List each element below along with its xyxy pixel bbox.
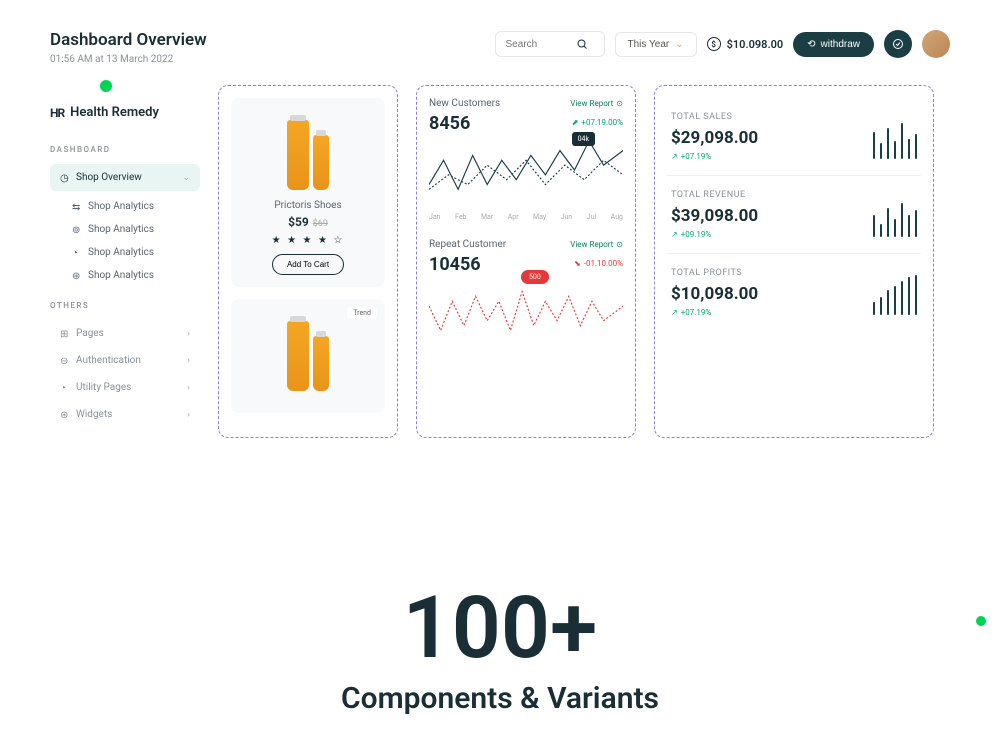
product-card-2[interactable]: Trend [231, 299, 385, 413]
withdraw-icon: ⟲ [807, 39, 815, 50]
view-report-link[interactable]: View Report ⊙ [570, 99, 623, 108]
section-others-label: OTHERS [50, 301, 200, 310]
withdraw-label: withdraw [821, 39, 860, 50]
stat-revenue: TOTAL REVENUE $39,098.00 ↗+09.19% [667, 176, 921, 254]
marketing-overlay: 100+ Components & Variants [0, 436, 1000, 756]
arrow-up-icon: ⬈ [572, 118, 579, 127]
brand-logo: HR [50, 106, 64, 120]
stat-label: TOTAL REVENUE [671, 190, 758, 200]
sidebar-item-pages[interactable]: ⊞Pages› [50, 320, 200, 347]
report-icon: ⊙ [616, 240, 623, 249]
product-card-1[interactable]: Prictoris Shoes $59$69 ★ ★ ★ ★ ☆ Add To … [231, 98, 385, 287]
analytics-icon: ⇆ [72, 202, 82, 212]
sidebar-item-utility[interactable]: ◔Utility Pages› [50, 374, 200, 401]
chevron-right-icon: › [187, 356, 190, 366]
trend-badge: Trend [347, 307, 377, 319]
pages-icon: ⊞ [60, 329, 70, 339]
charts-column: New Customers View Report ⊙ 8456 ⬈+07.19… [416, 85, 636, 438]
sidebar-sub-analytics-3[interactable]: ◔Shop Analytics [50, 241, 200, 264]
stat-value: $39,098.00 [671, 206, 758, 226]
chevron-right-icon: › [187, 383, 190, 393]
chart-tooltip-red: 500 [521, 270, 549, 284]
status-dot [100, 80, 112, 92]
page-timestamp: 01:56 AM at 13 March 2022 [50, 54, 207, 65]
balance-icon: $ [707, 37, 721, 51]
mini-bar-chart [873, 192, 917, 237]
chart-tooltip: 04k [572, 132, 595, 146]
auth-icon: ⊖ [60, 356, 70, 366]
chart-title: New Customers [429, 98, 500, 109]
stat-label: TOTAL SALES [671, 112, 758, 122]
analytics-icon: ◔ [72, 248, 82, 258]
utility-icon: ◔ [60, 383, 70, 393]
mini-bar-chart [873, 270, 917, 315]
sidebar-sub-analytics-4[interactable]: ⊛Shop Analytics [50, 264, 200, 287]
stat-sales: TOTAL SALES $29,098.00 ↗+07.19% [667, 98, 921, 176]
share-icon [892, 38, 904, 50]
stat-profits: TOTAL PROFITS $10,098.00 ↗+07.19% [667, 254, 921, 331]
withdraw-button[interactable]: ⟲ withdraw [793, 32, 874, 57]
stats-column: TOTAL SALES $29,098.00 ↗+07.19% TOTAL RE… [654, 85, 934, 438]
product-image [243, 311, 373, 391]
stat-change: ↗+09.19% [671, 230, 758, 239]
arrow-down-icon: ⬊ [574, 259, 581, 268]
widgets-icon: ⊛ [60, 410, 70, 420]
page-title: Dashboard Overview [50, 30, 207, 50]
marquee-big: 100+ [403, 585, 598, 671]
view-report-link[interactable]: View Report ⊙ [570, 240, 623, 249]
product-image [243, 110, 373, 190]
stat-value: $10,098.00 [671, 284, 758, 304]
stat-label: TOTAL PROFITS [671, 268, 758, 278]
chevron-down-icon: ⌄ [182, 173, 190, 183]
chart-x-axis: JanFebMarAprMayJunJulAug [429, 213, 623, 221]
overview-icon: ◷ [60, 173, 70, 183]
chevron-right-icon: › [187, 410, 190, 420]
product-rating: ★ ★ ★ ★ ☆ [243, 235, 373, 246]
balance-amount: $10.098.00 [727, 38, 784, 51]
arrow-up-icon: ↗ [671, 152, 678, 161]
analytics-icon: ⊚ [72, 225, 82, 235]
user-avatar[interactable] [922, 30, 950, 58]
marquee-sub: Components & Variants [341, 681, 659, 716]
accent-dot [976, 616, 986, 626]
sidebar: HR Health Remedy DASHBOARD ◷ Shop Overvie… [50, 85, 200, 438]
chevron-right-icon: › [187, 329, 190, 339]
sidebar-sub-analytics-1[interactable]: ⇆Shop Analytics [50, 195, 200, 218]
report-icon: ⊙ [616, 99, 623, 108]
chart-title: Repeat Customer [429, 239, 506, 250]
sidebar-item-shop-overview[interactable]: ◷ Shop Overview ⌄ [50, 164, 200, 191]
line-chart [429, 135, 623, 205]
arrow-up-icon: ↗ [671, 230, 678, 239]
sidebar-sub-analytics-2[interactable]: ⊚Shop Analytics [50, 218, 200, 241]
line-chart-red [429, 276, 623, 346]
brand-name: Health Remedy [70, 105, 159, 120]
products-column: Prictoris Shoes $59$69 ★ ★ ★ ★ ☆ Add To … [218, 85, 398, 438]
year-filter-button[interactable]: This Year ⌄ [615, 32, 697, 57]
product-price: $59$69 [243, 215, 373, 229]
search-box[interactable] [495, 31, 605, 57]
product-name: Prictoris Shoes [243, 200, 373, 211]
sidebar-item-widgets[interactable]: ⊛Widgets› [50, 401, 200, 428]
share-button[interactable] [884, 30, 912, 58]
arrow-up-icon: ↗ [671, 308, 678, 317]
mini-bar-chart [873, 114, 917, 159]
repeat-customer-card: Repeat Customer View Report ⊙ 10456 ⬊-01… [429, 239, 623, 350]
section-dashboard-label: DASHBOARD [50, 145, 200, 154]
stat-value: $29,098.00 [671, 128, 758, 148]
add-to-cart-button[interactable]: Add To Cart [272, 254, 344, 275]
shop-overview-label: Shop Overview [76, 172, 142, 183]
sidebar-item-authentication[interactable]: ⊖Authentication› [50, 347, 200, 374]
search-icon [576, 38, 588, 50]
analytics-icon: ⊛ [72, 271, 82, 281]
new-customers-card: New Customers View Report ⊙ 8456 ⬈+07.19… [429, 98, 623, 221]
stat-change: ↗+07.19% [671, 152, 758, 161]
balance-display: $ $10.098.00 [707, 37, 784, 51]
stat-change: ↗+07.19% [671, 308, 758, 317]
search-input[interactable] [506, 39, 576, 50]
year-filter-label: This Year [628, 39, 670, 50]
brand: HR Health Remedy [50, 105, 200, 120]
chevron-down-icon: ⌄ [675, 39, 683, 50]
